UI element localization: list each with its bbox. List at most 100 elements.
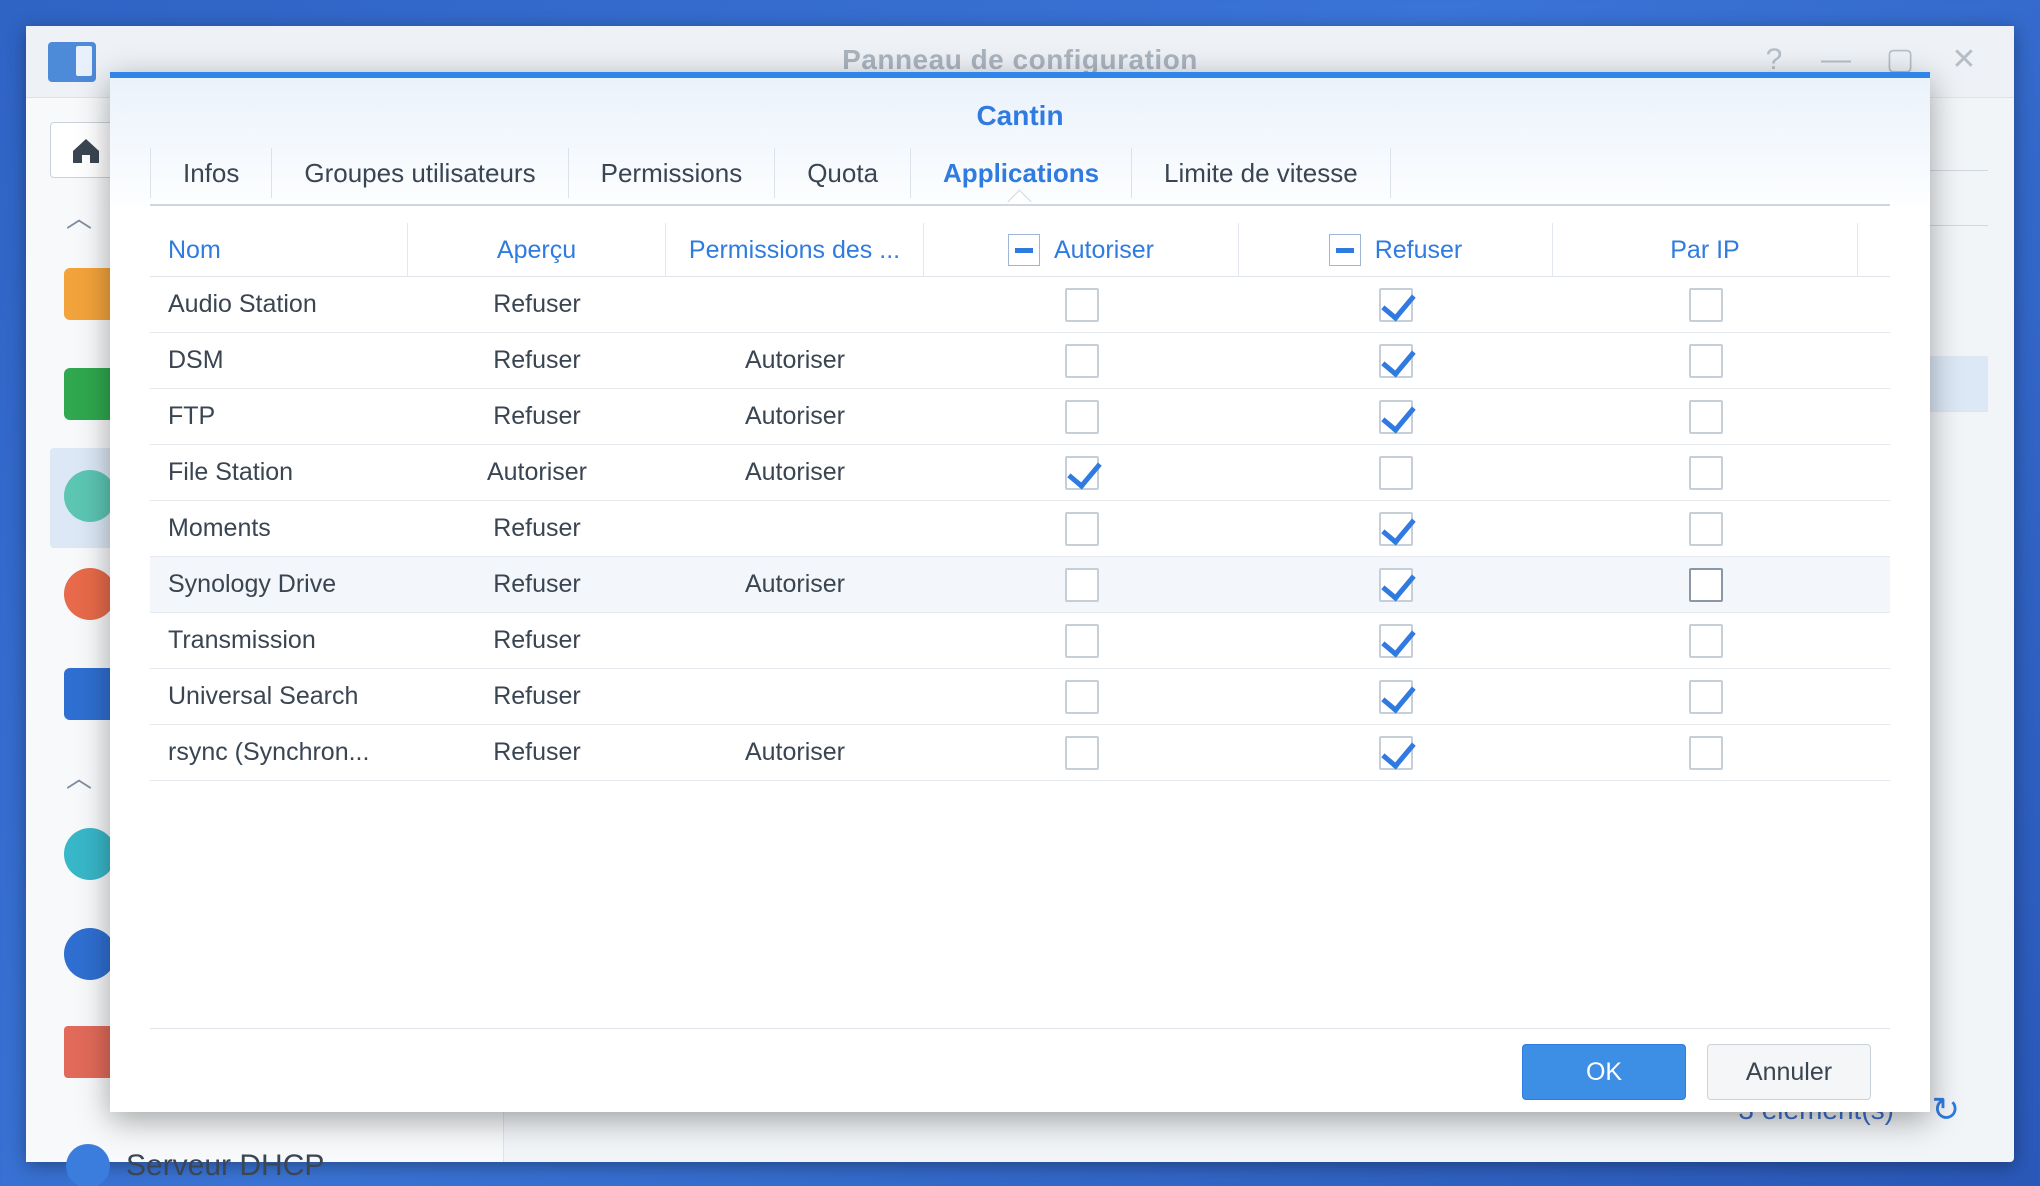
group-permission-value [666, 613, 924, 669]
file-services-icon[interactable] [64, 368, 116, 420]
allow-all-checkbox[interactable] [1007, 234, 1040, 266]
preview-value: Autoriser [486, 458, 588, 486]
preview-value: Refuser [493, 402, 581, 430]
allow-cell [924, 445, 1239, 501]
app-name: File Station [168, 458, 294, 486]
by-ip-checkbox[interactable] [1688, 511, 1723, 546]
deny-checkbox[interactable] [1379, 455, 1413, 490]
preview-value: Refuser [493, 570, 581, 598]
collapse-up-icon[interactable]: ︿ [64, 758, 94, 793]
table-row[interactable]: Audio Station Refuser [150, 277, 1890, 333]
allow-checkbox[interactable] [1064, 287, 1099, 322]
deny-checkbox[interactable] [1379, 399, 1413, 434]
table-row[interactable]: Synology Drive Refuser Autoriser [150, 557, 1890, 613]
deny-all-checkbox[interactable] [1328, 234, 1361, 266]
allow-checkbox[interactable] [1064, 455, 1099, 490]
group-permission-value [666, 277, 924, 333]
by-ip-checkbox[interactable] [1688, 343, 1723, 378]
collapse-up-icon[interactable]: ︿ [64, 198, 94, 233]
dialog-header: Cantin Infos Groupes utilisateurs Permis… [110, 78, 1930, 206]
by-ip-checkbox[interactable] [1688, 287, 1723, 322]
group-permission-value [666, 669, 924, 725]
table-row[interactable]: File Station Autoriser Autoriser [150, 445, 1890, 501]
refresh-icon[interactable]: ↻ [1932, 1090, 1961, 1130]
by-ip-checkbox[interactable] [1688, 455, 1723, 490]
allow-checkbox[interactable] [1064, 623, 1099, 658]
tab-infos[interactable]: Infos [150, 148, 273, 198]
by-ip-checkbox[interactable] [1688, 567, 1723, 602]
group-permission-value: Autoriser [744, 738, 846, 766]
allow-cell [924, 557, 1239, 613]
sidebar-item-dhcp-server[interactable]: Serveur DHCP [66, 1138, 324, 1186]
tab-user-groups[interactable]: Groupes utilisateurs [272, 148, 569, 198]
column-header-allow[interactable]: Autoriser [924, 223, 1239, 277]
tab-speed-limit[interactable]: Limite de vitesse [1132, 148, 1391, 198]
allow-checkbox[interactable] [1064, 567, 1099, 602]
table-row[interactable]: rsync (Synchron... Refuser Autoriser [150, 725, 1890, 781]
deny-checkbox[interactable] [1379, 735, 1413, 770]
preview-value: Refuser [493, 682, 581, 710]
by-ip-cell [1553, 669, 1858, 725]
deny-checkbox[interactable] [1379, 343, 1413, 378]
column-header-group-permissions[interactable]: Permissions des ... [666, 223, 924, 277]
by-ip-cell [1553, 333, 1858, 389]
app-name: Audio Station [168, 290, 317, 318]
tab-quota[interactable]: Quota [775, 148, 912, 198]
allow-checkbox[interactable] [1064, 735, 1099, 770]
by-ip-cell [1553, 613, 1858, 669]
user-icon[interactable] [64, 470, 116, 522]
by-ip-checkbox[interactable] [1688, 399, 1723, 434]
tabs-divider [150, 204, 1890, 206]
column-header-name[interactable]: Nom [150, 223, 408, 277]
by-ip-checkbox[interactable] [1688, 735, 1723, 770]
domain-ldap-icon[interactable] [64, 668, 116, 720]
deny-checkbox[interactable] [1379, 567, 1413, 602]
deny-cell [1239, 501, 1553, 557]
tab-applications[interactable]: Applications [911, 148, 1133, 198]
column-header-by-ip[interactable]: Par IP [1553, 223, 1858, 277]
column-header-preview[interactable]: Aperçu [408, 223, 666, 277]
by-ip-checkbox[interactable] [1688, 623, 1723, 658]
column-header-deny[interactable]: Refuser [1239, 223, 1553, 277]
dhcp-server-icon [66, 1144, 110, 1186]
cancel-button[interactable]: Annuler [1707, 1044, 1871, 1100]
deny-checkbox[interactable] [1379, 679, 1413, 714]
by-ip-cell [1553, 557, 1858, 613]
deny-checkbox[interactable] [1379, 511, 1413, 546]
column-header-allow-label: Autoriser [1053, 235, 1155, 264]
table-row[interactable]: FTP Refuser Autoriser [150, 389, 1890, 445]
close-icon[interactable]: ✕ [1944, 40, 1984, 80]
deny-cell [1239, 669, 1553, 725]
deny-cell [1239, 613, 1553, 669]
shared-folder-icon[interactable] [64, 268, 116, 320]
applications-grid: Nom Aperçu Permissions des ... Autoriser… [150, 223, 1890, 781]
table-row[interactable]: Transmission Refuser [150, 613, 1890, 669]
network-icon[interactable] [64, 1026, 116, 1078]
group-permission-value: Autoriser [744, 458, 846, 486]
ok-button[interactable]: OK [1522, 1044, 1686, 1100]
tab-permissions[interactable]: Permissions [569, 148, 776, 198]
deny-cell [1239, 725, 1553, 781]
preview-value: Refuser [493, 626, 581, 654]
deny-checkbox[interactable] [1379, 287, 1413, 322]
quickconnect-icon[interactable] [64, 828, 116, 880]
by-ip-cell [1553, 725, 1858, 781]
allow-checkbox[interactable] [1064, 399, 1099, 434]
footer-divider [150, 1028, 1890, 1029]
by-ip-checkbox[interactable] [1688, 679, 1723, 714]
deny-checkbox[interactable] [1379, 623, 1413, 658]
allow-checkbox[interactable] [1064, 511, 1099, 546]
group-permission-value: Autoriser [744, 402, 846, 430]
column-header-deny-label: Refuser [1374, 235, 1463, 264]
external-access-icon[interactable] [64, 928, 116, 980]
allow-cell [924, 333, 1239, 389]
allow-checkbox[interactable] [1064, 679, 1099, 714]
table-row[interactable]: Universal Search Refuser [150, 669, 1890, 725]
table-row[interactable]: DSM Refuser Autoriser [150, 333, 1890, 389]
allow-checkbox[interactable] [1064, 343, 1099, 378]
table-row[interactable]: Moments Refuser [150, 501, 1890, 557]
app-name: Universal Search [168, 682, 359, 710]
group-icon[interactable] [64, 568, 116, 620]
preview-value: Refuser [493, 738, 581, 766]
allow-cell [924, 669, 1239, 725]
